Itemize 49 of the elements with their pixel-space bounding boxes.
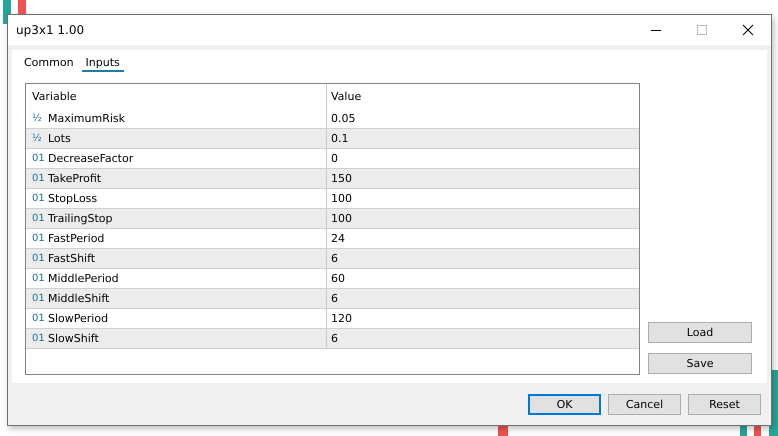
value-cell[interactable]: 0.05 (331, 112, 356, 125)
type-icon: 01 (32, 233, 48, 244)
variable-name: MiddleShift (48, 292, 110, 305)
maximize-icon (696, 24, 708, 36)
type-icon: 01 (32, 333, 48, 344)
tab[interactable]: Inputs (82, 54, 124, 72)
variable-name: SlowShift (48, 332, 99, 345)
value-cell[interactable]: 24 (331, 232, 345, 245)
variable-name: DecreaseFactor (48, 152, 134, 165)
type-icon: 01 (32, 253, 48, 264)
type-icon: 01 (32, 293, 48, 304)
value-cell[interactable]: 120 (331, 312, 352, 325)
type-icon: 01 (32, 153, 48, 164)
candle (18, 0, 26, 14)
value-cell[interactable]: 60 (331, 272, 345, 285)
column-header: Value (330, 89, 362, 105)
value-cell[interactable]: 6 (331, 292, 338, 305)
dialog-button[interactable]: OK (528, 394, 601, 414)
type-icon: ½ (32, 133, 48, 144)
value-cell[interactable]: 6 (331, 252, 338, 265)
type-icon: 01 (32, 193, 48, 204)
type-icon: ½ (32, 113, 48, 124)
variable-name: MiddlePeriod (48, 272, 119, 285)
variable-name: Lots (48, 132, 71, 145)
tab[interactable]: Common (20, 54, 78, 72)
type-icon: 01 (32, 273, 48, 284)
variable-name: TrailingStop (48, 212, 112, 225)
value-cell[interactable]: 6 (331, 332, 338, 345)
variable-name: TakeProfit (48, 172, 102, 185)
type-icon: 01 (32, 173, 48, 184)
variable-name: MaximumRisk (48, 112, 125, 125)
variable-name: StopLoss (48, 192, 98, 205)
value-cell[interactable]: 0.1 (331, 132, 348, 145)
type-icon: 01 (32, 213, 48, 224)
dialog-button[interactable]: Cancel (608, 394, 681, 414)
value-cell[interactable]: 0 (331, 152, 338, 165)
value-cell[interactable]: 100 (331, 192, 352, 205)
column-header: Variable (26, 84, 327, 109)
value-cell[interactable]: 100 (331, 212, 352, 225)
side-button[interactable]: Save (648, 353, 752, 374)
dialog-button[interactable]: Reset (688, 394, 761, 414)
close-icon (742, 24, 754, 36)
variable-name: FastShift (48, 252, 96, 265)
variable-name: FastPeriod (48, 232, 104, 245)
window-title: up3x1 1.00 (16, 23, 84, 37)
side-button[interactable]: Load (648, 322, 752, 343)
type-icon: 01 (32, 313, 48, 324)
value-cell[interactable]: 150 (331, 172, 352, 185)
variable-name: SlowPeriod (48, 312, 108, 325)
